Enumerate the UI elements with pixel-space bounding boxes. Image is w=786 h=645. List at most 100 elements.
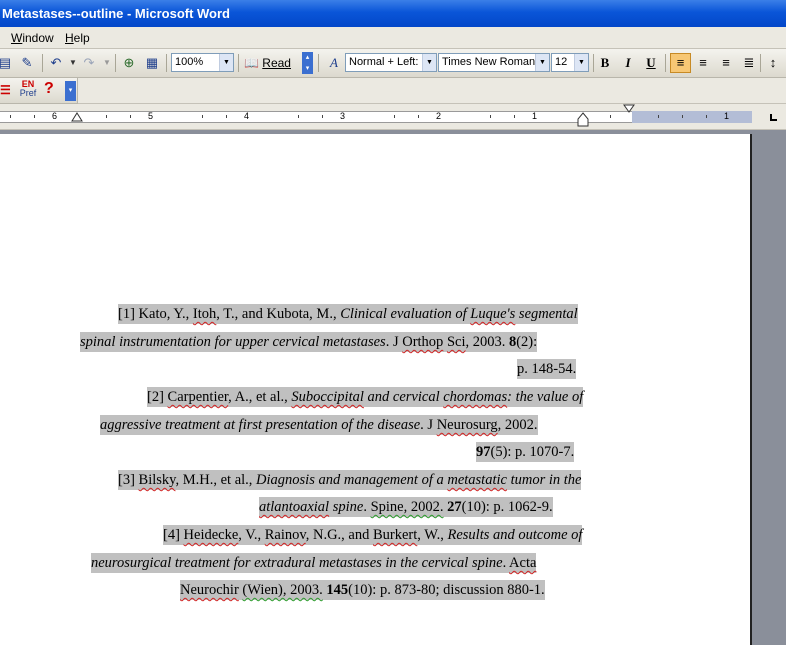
styles-pane-icon[interactable]: A (325, 54, 343, 72)
text-run: Acta (509, 555, 537, 571)
ruler-number: 5 (148, 111, 154, 121)
text-run: atlantoaxial (259, 499, 330, 515)
read-label: Read (262, 56, 291, 70)
bold-button[interactable]: B (596, 54, 614, 72)
ruler-number: 1 (532, 111, 538, 121)
text-run: Neurosurg (436, 417, 498, 433)
text-run: Carpentier (167, 389, 229, 405)
menu-window-accel: W (11, 31, 23, 45)
chevron-down-icon[interactable]: ▼ (574, 54, 588, 71)
italic-button[interactable]: I (619, 54, 637, 72)
text-run: , V., (238, 527, 265, 543)
toolbar-options-icon[interactable]: ▾ (65, 81, 76, 101)
text-run: Rainov (264, 527, 306, 543)
language-pref-label: Pref (19, 88, 37, 98)
help-icon[interactable]: ? (44, 80, 54, 98)
list-icon[interactable]: ☰ (0, 82, 11, 98)
toolbar-options-icon[interactable]: ▴ ▾ (302, 52, 313, 74)
zoom-select[interactable]: 100% ▼ (171, 53, 234, 72)
paste-icon[interactable]: ▤ (0, 54, 14, 72)
hyperlink-icon[interactable]: ⊕ (120, 54, 138, 72)
chevron-down-icon[interactable]: ▼ (422, 54, 436, 71)
toolbar-separator (42, 54, 43, 72)
text-run: Itoh (192, 306, 217, 322)
table-icon[interactable]: ▦ (143, 54, 161, 72)
text-run: spinal instrumentation for upper cervica… (80, 334, 386, 350)
chevron-down-icon[interactable]: ▼ (219, 54, 233, 71)
ruler-tick (226, 115, 227, 118)
menu-help[interactable]: Help (65, 27, 90, 49)
menu-window-rest: indow (22, 31, 54, 45)
reference-line: [1] Kato, Y., Itoh, T., and Kubota, M., … (118, 304, 578, 324)
redo-dropdown-icon[interactable]: ▼ (98, 54, 116, 72)
align-right-icon[interactable]: ≡ (717, 54, 735, 72)
redo-icon[interactable]: ↷ (80, 54, 98, 72)
justify-icon[interactable]: ≣ (740, 54, 758, 72)
ruler-tick (106, 115, 107, 118)
font-value: Times New Roman (442, 56, 536, 68)
text-run: Orthop (402, 334, 444, 350)
text-run: chordomas (443, 389, 508, 405)
font-size-value: 12 (555, 56, 568, 68)
align-left-icon[interactable]: ≡ (670, 53, 691, 73)
menu-help-rest: elp (73, 31, 90, 45)
font-size-select[interactable]: 12 ▼ (551, 53, 589, 72)
text-run: . (363, 499, 371, 515)
window-title: Metastases--outline - Microsoft Word (2, 6, 231, 21)
chevron-down-icon[interactable]: ▼ (535, 54, 549, 71)
reference-line: neurosurgical treatment for extradural m… (91, 553, 537, 573)
zoom-value: 100% (175, 56, 204, 68)
text-run: spine (329, 499, 364, 515)
text-run: (5): p. 1070-7. (490, 444, 575, 460)
text-run: [4] (163, 527, 184, 543)
right-indent-marker[interactable] (623, 104, 635, 116)
text-run: 97 (476, 444, 491, 460)
text-run: segmental (515, 306, 578, 322)
text-run: , N.G., and (305, 527, 373, 543)
read-button[interactable]: 📖 Read (244, 54, 291, 72)
text-run: (10): p. 1062-9. (461, 499, 553, 515)
menu-window[interactable]: Window (11, 27, 54, 49)
text-run: Luque's (470, 306, 516, 322)
text-run: 145 (326, 582, 349, 598)
ruler-number: 6 (52, 111, 58, 121)
underline-button[interactable]: U (642, 54, 660, 72)
style-select[interactable]: Normal + Left: ▼ (345, 53, 437, 72)
font-select[interactable]: Times New Roman ▼ (438, 53, 550, 72)
ruler-tick (490, 115, 491, 118)
hanging-indent-marker[interactable] (577, 112, 589, 128)
reference-line: [2] Carpentier, A., et al., Suboccipital… (147, 387, 584, 407)
text-run: (Wien), 2003. (242, 582, 323, 598)
reference-line: aggressive treatment at first presentati… (100, 415, 538, 435)
ruler-tick (394, 115, 395, 118)
document-page[interactable]: [1] Kato, Y., Itoh, T., and Kubota, M., … (0, 134, 752, 645)
line-spacing-icon[interactable]: ↕ (764, 54, 782, 72)
toolbar-separator (166, 54, 167, 72)
text-run: [1] Kato, Y., (118, 306, 193, 322)
reference-line: atlantoaxial spine. Spine, 2002. 27(10):… (259, 497, 553, 517)
language-toolbar: ☰ EN Pref ? ▾ (0, 78, 78, 104)
format-painter-icon[interactable]: ✎ (18, 54, 36, 72)
toolbar-separator (238, 54, 239, 72)
toolbar-separator (760, 54, 761, 72)
first-line-indent-marker[interactable] (71, 112, 83, 124)
text-run: , 2003. (465, 334, 509, 350)
ruler-tick (682, 115, 683, 118)
text-run: [3] (118, 472, 139, 488)
language-pref-button[interactable]: EN Pref (16, 80, 40, 98)
undo-icon[interactable]: ↶ (47, 54, 65, 72)
text-run: tumor in the (506, 472, 582, 488)
horizontal-ruler[interactable]: 6 5 4 3 2 1 1 (0, 104, 786, 130)
align-center-icon[interactable]: ≡ (694, 54, 712, 72)
text-run: Neurochir (180, 582, 239, 598)
tab-selector-icon[interactable] (770, 114, 777, 121)
ruler-number: 2 (436, 111, 442, 121)
ruler-tick (658, 115, 659, 118)
ruler-tick (706, 115, 707, 118)
toolbar-separator (593, 54, 594, 72)
window-title-bar[interactable]: Metastases--outline - Microsoft Word (0, 0, 786, 27)
text-run: 27 (447, 499, 462, 515)
ruler-tick (514, 115, 515, 118)
ruler-tick (322, 115, 323, 118)
text-run: Suboccipital (291, 389, 364, 405)
